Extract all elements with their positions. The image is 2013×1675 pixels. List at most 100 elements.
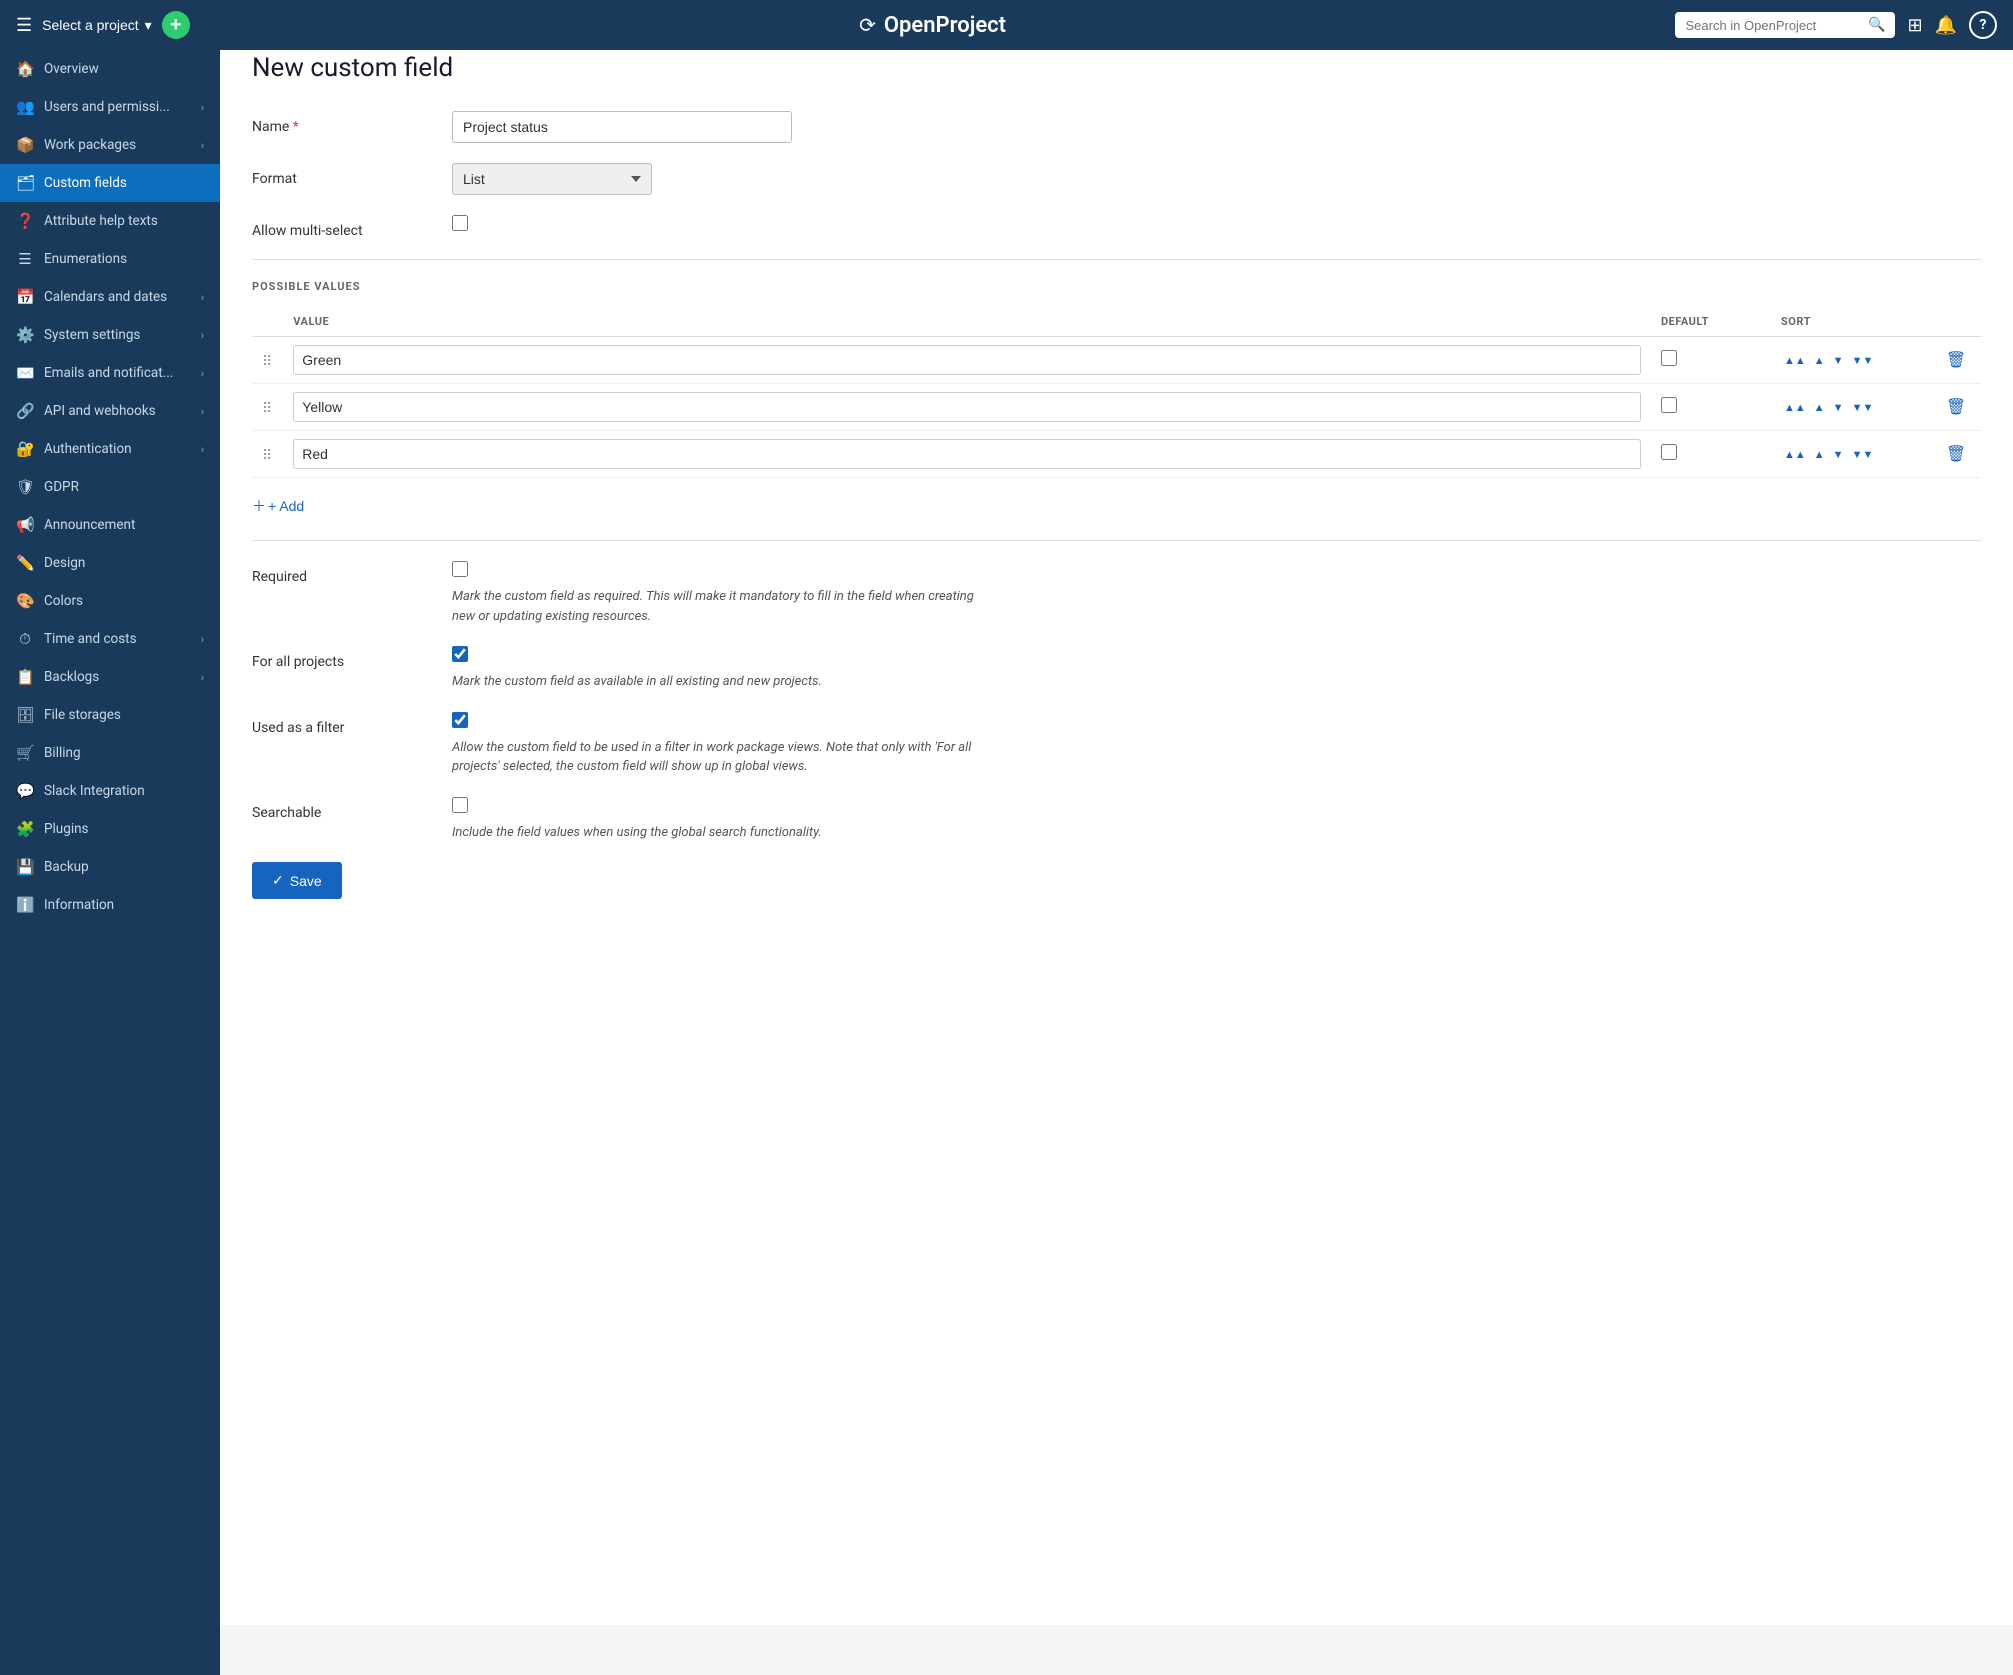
sidebar-item-gdpr[interactable]: 🛡 GDPR xyxy=(0,468,220,506)
default-checkbox-row-green[interactable] xyxy=(1661,350,1677,366)
add-value-button[interactable]: ＋ + Add xyxy=(252,492,304,520)
sidebar-item-overview[interactable]: 🏠 Overview xyxy=(0,50,220,88)
sort-top-icon: ▲▲ xyxy=(1784,355,1806,367)
sidebar-icon-work-packages: 📦 xyxy=(16,136,34,154)
sort-up-icon: ▲ xyxy=(1814,402,1825,414)
for-all-projects-checkbox[interactable] xyxy=(452,646,468,662)
sort-down-btn-row-red[interactable]: ▼ xyxy=(1830,445,1847,463)
sidebar-item-work-packages[interactable]: 📦 Work packages › xyxy=(0,126,220,164)
required-label: Required xyxy=(252,561,432,585)
default-checkbox-row-red[interactable] xyxy=(1661,444,1677,460)
delete-btn-row-red[interactable]: 🗑 xyxy=(1946,444,1966,464)
sort-cell-row-red: ▲▲ ▲ ▼ ▼▼ xyxy=(1771,431,1931,478)
sidebar-item-attribute-help-texts[interactable]: ❓ Attribute help texts xyxy=(0,202,220,240)
used-as-filter-checkbox[interactable] xyxy=(452,712,468,728)
delete-btn-row-green[interactable]: 🗑 xyxy=(1946,350,1966,370)
table-row: ⠿ ▲▲ ▲ ▼ xyxy=(252,431,1981,478)
delete-cell-row-yellow: 🗑 xyxy=(1931,384,1981,431)
sidebar-item-calendars-dates[interactable]: 📅 Calendars and dates › xyxy=(0,278,220,316)
value-input-row-yellow[interactable] xyxy=(293,392,1641,422)
sidebar-item-system-settings[interactable]: ⚙️ System settings › xyxy=(0,316,220,354)
value-input-row-red[interactable] xyxy=(293,439,1641,469)
sidebar-item-slack-integration[interactable]: 💬 Slack Integration xyxy=(0,772,220,810)
sidebar-icon-emails-notifications: ✉️ xyxy=(16,364,34,382)
project-selector[interactable]: Select a project ▾ xyxy=(42,17,152,34)
for-all-projects-description: Mark the custom field as available in al… xyxy=(452,672,992,692)
value-input-row-green[interactable] xyxy=(293,345,1641,375)
search-input[interactable] xyxy=(1685,18,1862,33)
sort-top-btn-row-green[interactable]: ▲▲ xyxy=(1781,351,1809,369)
sidebar-item-custom-fields[interactable]: 🗂 Custom fields xyxy=(0,164,220,202)
sort-down-btn-row-green[interactable]: ▼ xyxy=(1830,351,1847,369)
sidebar-icon-users-permissions: 👥 xyxy=(16,98,34,116)
sort-up-btn-row-red[interactable]: ▲ xyxy=(1811,445,1828,463)
sort-top-btn-row-red[interactable]: ▲▲ xyxy=(1781,445,1809,463)
sidebar-item-emails-notifications[interactable]: ✉️ Emails and notificat... › xyxy=(0,354,220,392)
sidebar-item-users-permissions[interactable]: 👥 Users and permissi... › xyxy=(0,88,220,126)
sidebar-item-enumerations[interactable]: ☰ Enumerations xyxy=(0,240,220,278)
sort-cell-row-yellow: ▲▲ ▲ ▼ ▼▼ xyxy=(1771,384,1931,431)
save-checkmark-icon: ✓ xyxy=(272,872,284,889)
required-checkbox[interactable] xyxy=(452,561,468,577)
allow-multiselect-checkbox[interactable] xyxy=(452,215,468,231)
sidebar-item-api-webhooks[interactable]: 🔗 API and webhooks › xyxy=(0,392,220,430)
add-project-button[interactable]: + xyxy=(162,11,190,39)
sidebar-icon-billing: 🛒 xyxy=(16,744,34,762)
sidebar-item-announcement[interactable]: 📢 Announcement xyxy=(0,506,220,544)
sidebar-item-file-storages[interactable]: 🗄 File storages xyxy=(0,696,220,734)
sidebar-item-colors[interactable]: 🎨 Colors xyxy=(0,582,220,620)
sidebar-item-design[interactable]: ✏️ Design xyxy=(0,544,220,582)
default-cell-row-green xyxy=(1651,337,1771,384)
logo-text: OpenProject xyxy=(884,13,1006,38)
help-icon[interactable]: ? xyxy=(1969,11,1997,39)
hamburger-icon[interactable]: ☰ xyxy=(16,15,32,36)
notifications-icon[interactable]: 🔔 xyxy=(1935,15,1957,36)
search-icon: 🔍 xyxy=(1868,17,1885,33)
sidebar-icon-gdpr: 🛡 xyxy=(16,478,34,496)
allow-multiselect-row: Allow multi-select xyxy=(252,215,1981,239)
name-label: Name * xyxy=(252,111,432,135)
searchable-checkbox[interactable] xyxy=(452,797,468,813)
format-label: Format xyxy=(252,163,432,187)
sidebar-label-work-packages: Work packages xyxy=(44,137,191,153)
sidebar-item-backup[interactable]: 💾 Backup xyxy=(0,848,220,886)
drag-handle-row-red[interactable]: ⠿ xyxy=(252,431,283,478)
search-box[interactable]: 🔍 xyxy=(1675,12,1895,38)
sidebar-item-authentication[interactable]: 🔐 Authentication › xyxy=(0,430,220,468)
sort-top-btn-row-yellow[interactable]: ▲▲ xyxy=(1781,398,1809,416)
default-cell-row-yellow xyxy=(1651,384,1771,431)
format-select[interactable]: List Text Integer Float Boolean Date Use… xyxy=(452,163,652,195)
sort-up-btn-row-green[interactable]: ▲ xyxy=(1811,351,1828,369)
delete-btn-row-yellow[interactable]: 🗑 xyxy=(1946,397,1966,417)
sidebar-item-backlogs[interactable]: 📋 Backlogs › xyxy=(0,658,220,696)
save-button[interactable]: ✓ Save xyxy=(252,862,342,899)
name-input[interactable] xyxy=(452,111,792,143)
sidebar-label-file-storages: File storages xyxy=(44,707,204,723)
sort-bottom-btn-row-red[interactable]: ▼▼ xyxy=(1849,445,1877,463)
sidebar-item-information[interactable]: ℹ️ Information xyxy=(0,886,220,924)
sort-bottom-icon: ▼▼ xyxy=(1852,355,1874,367)
sort-bottom-btn-row-green[interactable]: ▼▼ xyxy=(1849,351,1877,369)
sidebar-label-plugins: Plugins xyxy=(44,821,204,837)
drag-handle-row-yellow[interactable]: ⠿ xyxy=(252,384,283,431)
sidebar-item-time-costs[interactable]: ⏱ Time and costs › xyxy=(0,620,220,658)
apps-icon[interactable]: ⊞ xyxy=(1907,15,1922,36)
delete-cell-row-green: 🗑 xyxy=(1931,337,1981,384)
sidebar-item-billing[interactable]: 🛒 Billing xyxy=(0,734,220,772)
sort-down-btn-row-yellow[interactable]: ▼ xyxy=(1830,398,1847,416)
sidebar-item-plugins[interactable]: 🧩 Plugins xyxy=(0,810,220,848)
drag-handle-row-green[interactable]: ⠿ xyxy=(252,337,283,384)
allow-multiselect-label: Allow multi-select xyxy=(252,215,432,239)
drag-dots-icon: ⠿ xyxy=(262,448,273,464)
sort-bottom-icon: ▼▼ xyxy=(1852,449,1874,461)
required-field-row: Required Mark the custom field as requir… xyxy=(252,561,1981,626)
sidebar-arrow-api-webhooks: › xyxy=(201,405,204,418)
sidebar-label-colors: Colors xyxy=(44,593,204,609)
sort-up-btn-row-yellow[interactable]: ▲ xyxy=(1811,398,1828,416)
default-checkbox-row-yellow[interactable] xyxy=(1661,397,1677,413)
value-cell-row-green xyxy=(283,337,1651,384)
sidebar: 🏠 Overview 👥 Users and permissi... › 📦 W… xyxy=(0,50,220,1675)
sort-bottom-btn-row-yellow[interactable]: ▼▼ xyxy=(1849,398,1877,416)
openproject-logo-icon: ⟳ xyxy=(859,13,876,37)
sidebar-label-information: Information xyxy=(44,897,204,913)
